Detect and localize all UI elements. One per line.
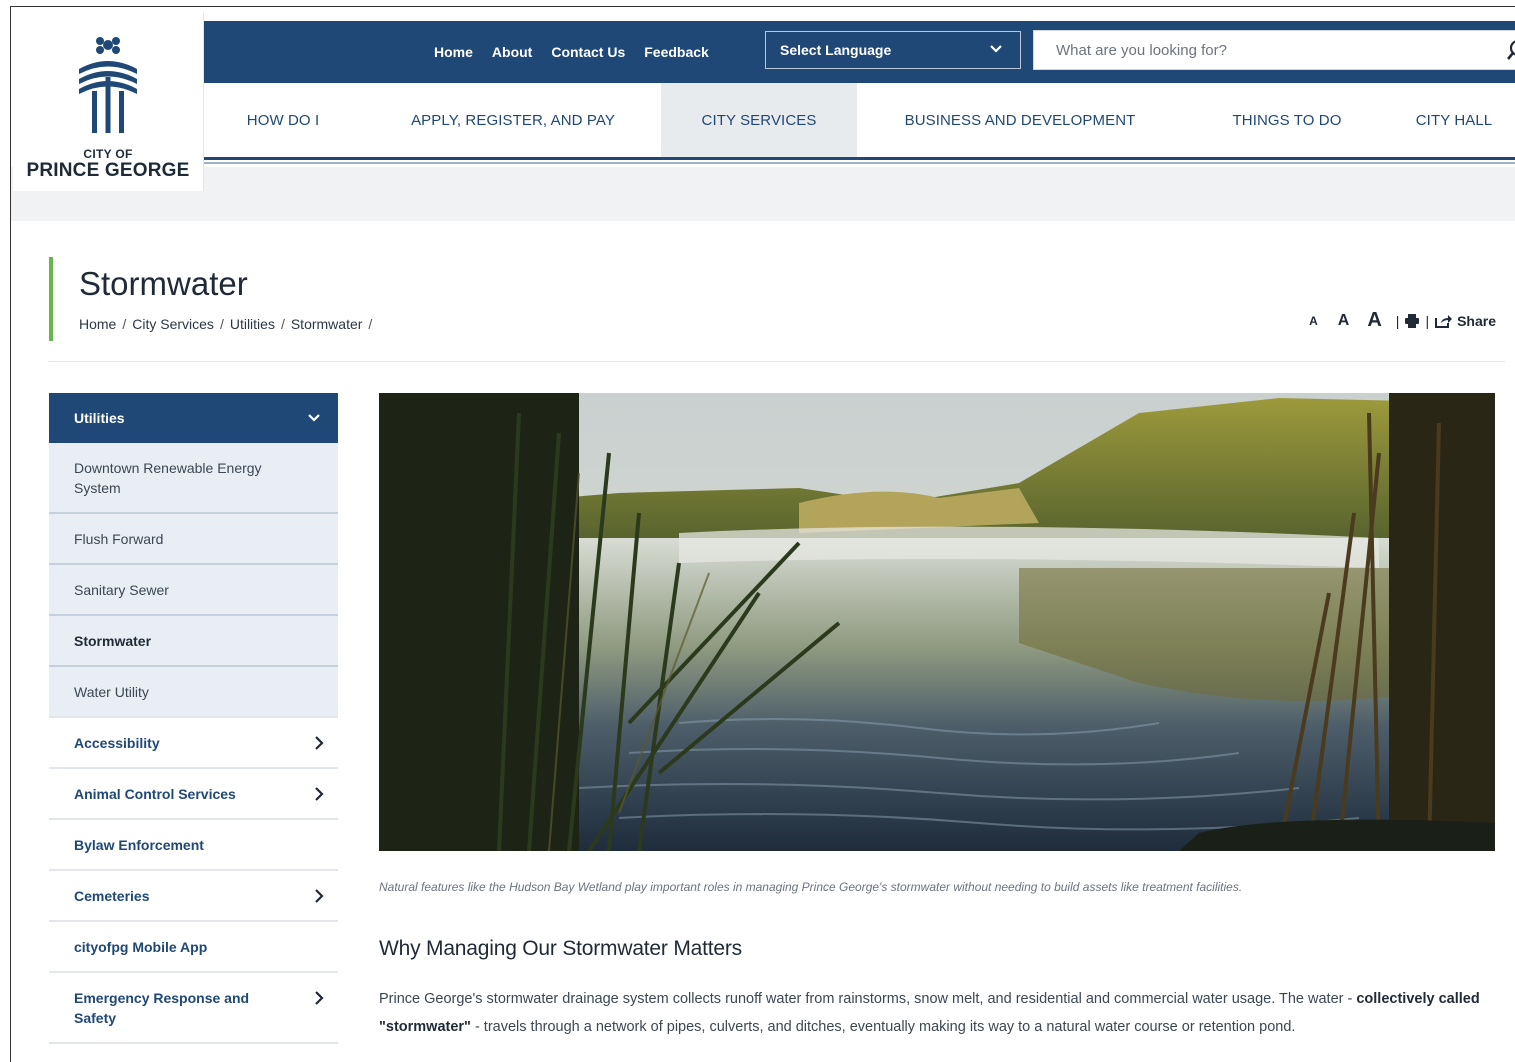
top-link-home[interactable]: Home	[434, 44, 473, 60]
sidebar-subitem-stormwater[interactable]: Stormwater	[49, 616, 338, 667]
logo-line1: CITY OF	[83, 147, 133, 161]
nav-how-do-i[interactable]: HOW DO I	[219, 83, 347, 157]
nav-business-development[interactable]: BUSINESS AND DEVELOPMENT	[889, 83, 1151, 157]
sidebar-subitem-downtown-renewable[interactable]: Downtown Renewable Energy System	[49, 443, 338, 514]
sidebar-item-label: Bylaw Enforcement	[74, 836, 204, 853]
sidebar-nav: Utilities Downtown Renewable Energy Syst…	[49, 393, 338, 1044]
city-logo-icon	[79, 37, 137, 133]
language-select-label: Select Language	[780, 42, 892, 58]
page-title: Stormwater	[79, 265, 248, 302]
nav-things-to-do[interactable]: THINGS TO DO	[1207, 83, 1367, 157]
nav-city-hall[interactable]: CITY HALL	[1399, 83, 1509, 157]
utility-bar: Home About Contact Us Feedback Select La…	[203, 21, 1515, 83]
hero-caption: Natural features like the Hudson Bay Wet…	[379, 880, 1243, 894]
sidebar-item-label: Emergency Response and Safety	[74, 989, 250, 1026]
main-navigation: HOW DO I APPLY, REGISTER, AND PAY CITY S…	[203, 83, 1515, 157]
sidebar-item-label: cityofpg Mobile App	[74, 938, 208, 955]
nav-underline	[203, 157, 1515, 167]
sidebar-item-label: Cemeteries	[74, 887, 150, 904]
share-button[interactable]: Share	[1435, 313, 1496, 329]
share-icon	[1435, 314, 1453, 328]
tools-divider: |	[1425, 312, 1430, 329]
sidebar-section-utilities[interactable]: Utilities	[49, 393, 338, 443]
sidebar-item-emergency-response[interactable]: Emergency Response and Safety	[49, 973, 338, 1044]
page-tools: A A A | | Share	[1309, 309, 1496, 332]
sidebar-section-label: Utilities	[74, 410, 125, 426]
sidebar-subitem-label: Sanitary Sewer	[74, 581, 169, 598]
tools-divider: |	[1395, 312, 1400, 329]
sidebar-subitem-label: Water Utility	[74, 683, 149, 700]
top-link-contact[interactable]: Contact Us	[551, 44, 625, 60]
text-size-medium[interactable]: A	[1338, 312, 1350, 330]
sidebar-subitem-label: Flush Forward	[74, 530, 164, 547]
breadcrumb-home[interactable]: Home	[79, 316, 116, 332]
chevron-down-icon	[308, 414, 320, 422]
search-icon[interactable]	[1506, 39, 1515, 61]
sidebar-item-accessibility[interactable]: Accessibility	[49, 716, 338, 769]
top-link-feedback[interactable]: Feedback	[644, 44, 709, 60]
sidebar-item-mobile-app[interactable]: cityofpg Mobile App	[49, 922, 338, 973]
title-divider	[49, 361, 1505, 362]
sidebar-subitem-flush-forward[interactable]: Flush Forward	[49, 514, 338, 565]
breadcrumb-utilities[interactable]: Utilities	[230, 316, 275, 332]
share-label: Share	[1457, 312, 1496, 329]
paragraph-text-end: - travels through a network of pipes, cu…	[470, 1019, 1296, 1035]
breadcrumb-current: Stormwater	[290, 316, 363, 332]
sidebar-subitem-label: Downtown Renewable Energy System	[74, 459, 262, 496]
chevron-right-icon	[315, 735, 324, 750]
sidebar-item-bylaw-enforcement[interactable]: Bylaw Enforcement	[49, 820, 338, 871]
chevron-right-icon	[315, 888, 324, 903]
sidebar-item-label: Animal Control Services	[74, 785, 236, 802]
nav-city-services[interactable]: CITY SERVICES	[661, 83, 857, 157]
section-paragraph: Prince George's stormwater drainage syst…	[379, 985, 1489, 1041]
sidebar-subitem-sanitary-sewer[interactable]: Sanitary Sewer	[49, 565, 338, 616]
page-frame: CITY OF PRINCE GEORGE Home About Contact…	[10, 6, 1515, 1062]
hero-image-wetland	[379, 393, 1495, 851]
title-accent-bar	[49, 257, 53, 341]
sidebar-subitem-label: Stormwater	[74, 632, 152, 649]
sidebar-item-label: Accessibility	[74, 734, 160, 751]
utility-links: Home About Contact Us Feedback	[434, 21, 728, 83]
city-logo[interactable]: CITY OF PRINCE GEORGE	[13, 13, 204, 191]
breadcrumb: Home / City Services / Utilities / Stormwater /	[79, 316, 373, 332]
text-size-small[interactable]: A	[1309, 314, 1318, 328]
search-input[interactable]	[1054, 31, 1478, 69]
section-heading: Why Managing Our Stormwater Matters	[379, 937, 742, 960]
paragraph-text-start: Prince George's stormwater drainage syst…	[379, 991, 1357, 1007]
sidebar-subitem-water-utility[interactable]: Water Utility	[49, 667, 338, 716]
text-size-large[interactable]: A	[1367, 309, 1381, 332]
top-link-about[interactable]: About	[492, 44, 532, 60]
chevron-right-icon	[315, 990, 324, 1005]
chevron-right-icon	[315, 786, 324, 801]
chevron-down-icon	[990, 45, 1002, 53]
sidebar-item-cemeteries[interactable]: Cemeteries	[49, 871, 338, 922]
logo-line2: PRINCE GEORGE	[26, 160, 190, 181]
breadcrumb-city-services[interactable]: City Services	[132, 316, 214, 332]
print-icon[interactable]	[1405, 313, 1420, 328]
language-select[interactable]: Select Language	[765, 31, 1021, 69]
search-box	[1033, 30, 1515, 70]
nav-apply-register-pay[interactable]: APPLY, REGISTER, AND PAY	[389, 83, 637, 157]
header-band	[11, 167, 1515, 221]
sidebar-item-animal-control[interactable]: Animal Control Services	[49, 769, 338, 820]
